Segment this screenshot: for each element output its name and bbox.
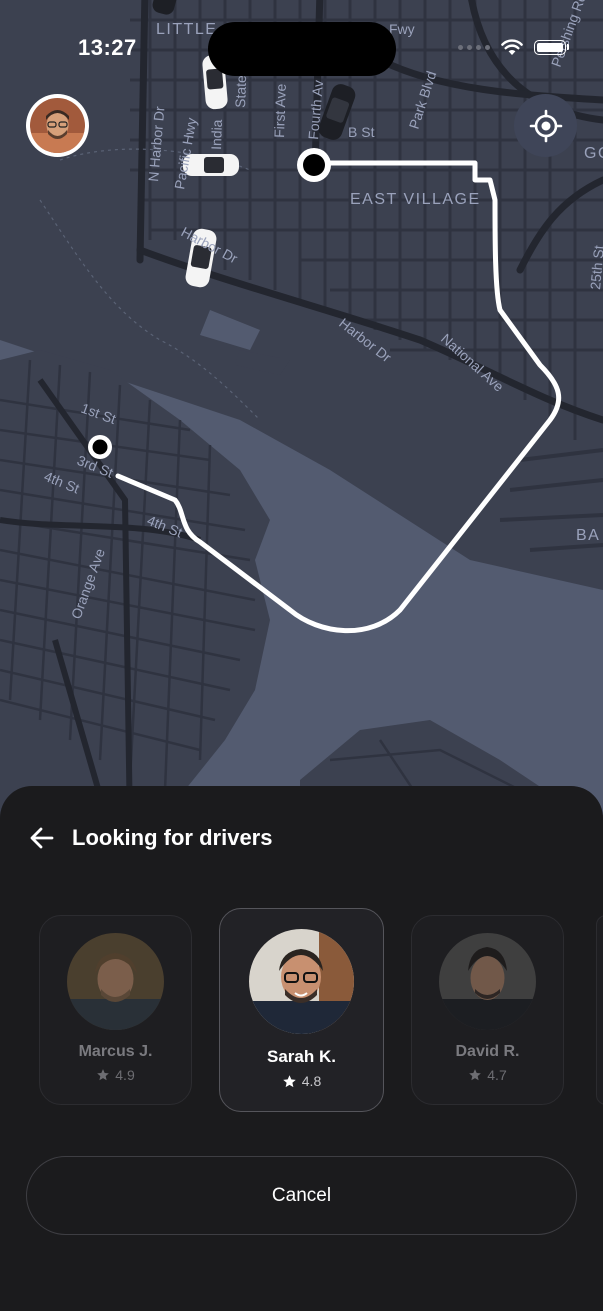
map-label: BA [576,527,600,544]
dynamic-island [208,22,396,76]
star-icon [283,1074,296,1087]
map-label: GO [584,145,603,162]
status-time: 13:27 [78,35,137,60]
status-bar: 13:27 [0,0,603,100]
map-label: B St [348,124,375,140]
driver-search-sheet: Looking for drivers Marcus J. 4.9 Sarah … [0,786,603,1311]
map-label: 25th St [587,245,603,291]
ride-app-screen: LITTLE Fwy Pershing Rd Park Blvd Fourth … [0,0,603,1311]
crosshair-locate-icon [529,109,562,142]
driver-name: David R. [455,1043,520,1060]
driver-rating-value: 4.9 [115,1067,135,1083]
sheet-title: Looking for drivers [72,825,273,850]
driver-rating-value: 4.7 [487,1067,507,1083]
map-label: EAST VILLAGE [350,191,481,208]
map-label: India [208,119,225,150]
driver-avatar [439,933,536,1030]
driver-card[interactable]: David R. 4.7 [411,915,564,1105]
driver-card[interactable]: Marcus J. 4.9 [39,915,192,1105]
driver-name: Sarah K. [267,1047,336,1066]
star-icon [469,1069,482,1081]
user-avatar[interactable] [26,94,89,157]
driver-rating: 4.8 [282,1073,321,1089]
driver-card-selected[interactable]: Sarah K. 4.8 [219,908,384,1112]
driver-rating-value: 4.8 [301,1073,322,1089]
driver-name: Marcus J. [78,1043,153,1060]
map-view[interactable]: LITTLE Fwy Pershing Rd Park Blvd Fourth … [0,0,603,830]
wifi-icon [501,39,523,55]
driver-avatar [249,929,354,1034]
star-icon [97,1069,110,1081]
arrow-left-icon[interactable] [28,824,56,852]
driver-rating: 4.7 [468,1067,507,1083]
battery-icon [534,39,566,55]
cancel-button[interactable]: Cancel [26,1156,577,1235]
driver-avatar [67,933,164,1030]
locate-me-button[interactable] [514,94,577,157]
driver-rating: 4.9 [96,1067,135,1083]
cellular-dots-icon [458,44,490,50]
driver-card-peek[interactable] [596,915,603,1105]
